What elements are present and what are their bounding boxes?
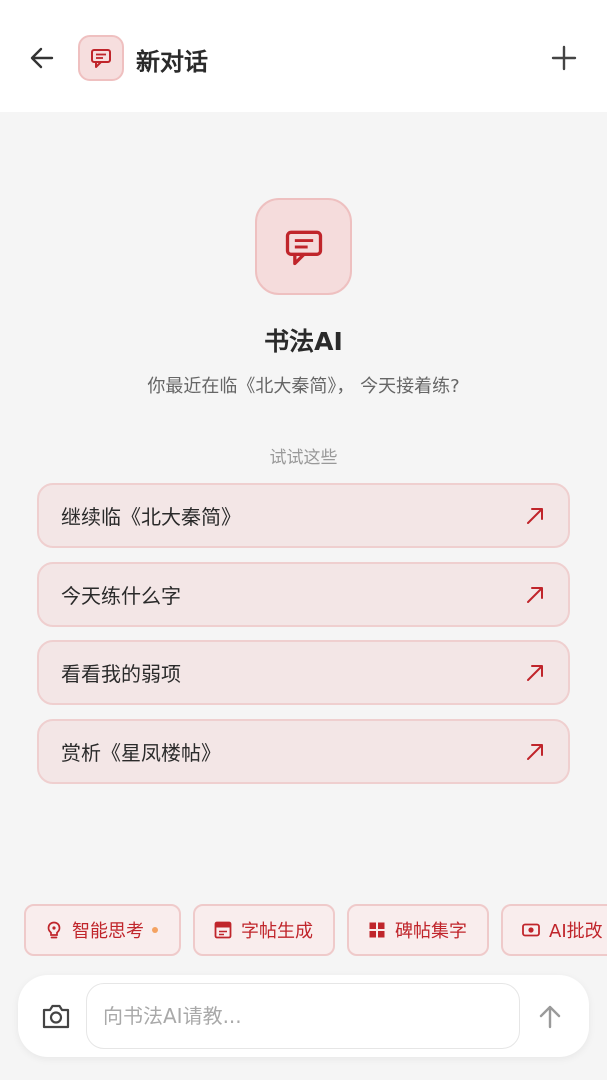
top-bar: 新对话 (0, 0, 607, 112)
arrow-up-right-icon (527, 508, 543, 524)
suggestion-text: 赏析《星凤楼帖》 (61, 741, 221, 765)
suggestion-card[interactable]: 赏析《星凤楼帖》 (37, 719, 570, 784)
suggestion-card[interactable]: 今天练什么字 (37, 562, 570, 627)
hero-chat-badge (255, 198, 352, 295)
copybook-icon (214, 921, 232, 939)
suggestion-text: 继续临《北大秦简》 (61, 505, 241, 529)
hero-subtitle: 你最近在临《北大秦简》， 今天接着练? (147, 376, 460, 397)
suggestion-text: 今天练什么字 (61, 584, 181, 608)
lightbulb-icon (47, 921, 61, 939)
arrow-up-right-icon (527, 665, 543, 681)
tool-chip-thinking[interactable]: 智能思考 (24, 904, 181, 956)
tool-chip-label: AI批改 (549, 921, 603, 942)
tool-chip-stele[interactable]: 碑帖集字 (347, 904, 489, 956)
chat-icon (91, 49, 111, 68)
message-composer (18, 975, 589, 1057)
tool-chip-label: 智能思考 (72, 921, 144, 942)
message-input[interactable] (86, 983, 520, 1049)
back-arrow-icon[interactable] (26, 42, 58, 74)
suggestions-label: 试试这些 (269, 448, 338, 468)
chat-avatar (78, 35, 124, 81)
grid-icon (369, 922, 385, 938)
page-title: 新对话 (136, 48, 208, 76)
review-icon (522, 923, 540, 937)
plus-icon[interactable] (548, 42, 580, 74)
send-arrow-up-icon[interactable] (536, 1003, 564, 1031)
tool-chip-ai-review[interactable]: AI批改 (501, 904, 607, 956)
suggestion-text: 看看我的弱项 (61, 662, 181, 686)
camera-icon[interactable] (40, 1001, 72, 1031)
tool-chip-label: 字帖生成 (241, 921, 313, 942)
chat-icon (285, 230, 322, 265)
arrow-up-right-icon (527, 587, 543, 603)
new-badge-dot (152, 927, 158, 933)
suggestion-card[interactable]: 看看我的弱项 (37, 640, 570, 705)
arrow-up-right-icon (527, 744, 543, 760)
hero-title: 书法AI (264, 327, 343, 356)
tool-chip-label: 碑帖集字 (395, 921, 467, 942)
tool-chip-copybook[interactable]: 字帖生成 (193, 904, 335, 956)
suggestion-card[interactable]: 继续临《北大秦简》 (37, 483, 570, 548)
